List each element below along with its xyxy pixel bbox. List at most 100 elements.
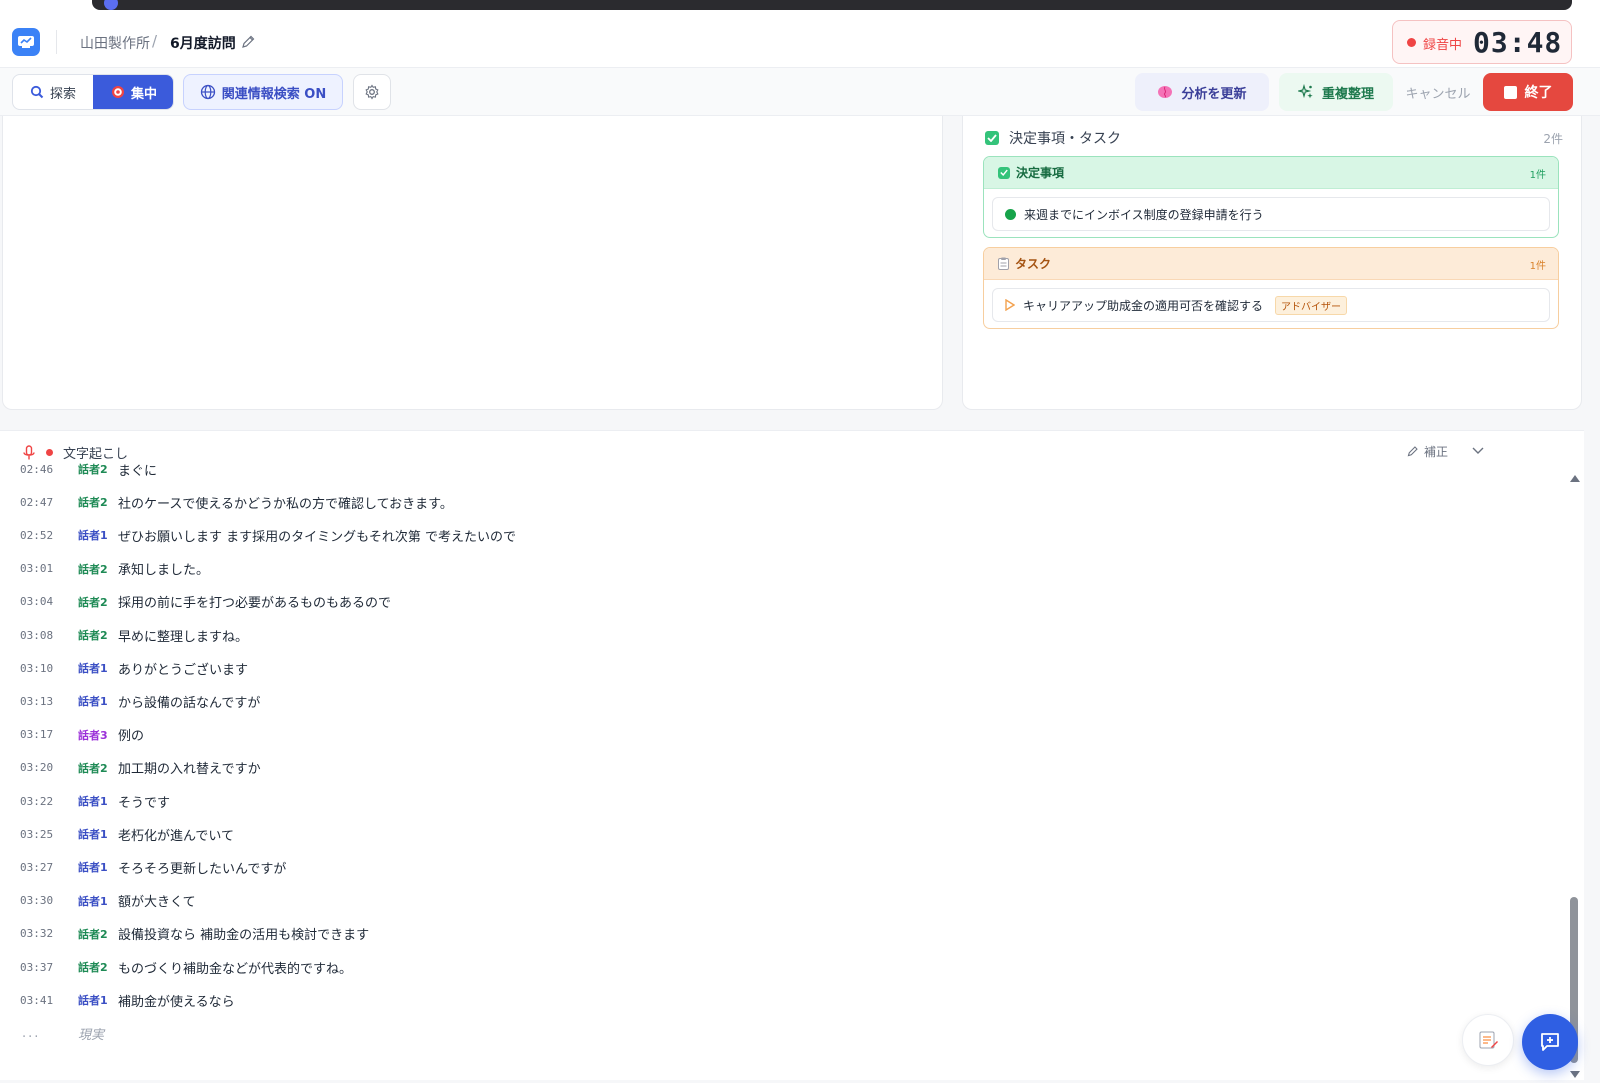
transcript-row[interactable]: 03:20 話者2 加工期の入れ替えですか (20, 756, 261, 780)
speaker-label[interactable]: 話者2 (78, 561, 118, 577)
decision-item-text: 来週までにインボイス制度の登録申請を行う (1024, 207, 1264, 222)
timestamp: 03:22 (20, 794, 54, 808)
speaker-label[interactable]: 話者1 (78, 826, 118, 842)
breadcrumb-client[interactable]: 山田製作所 (80, 33, 150, 53)
timestamp: 03:30 (20, 894, 54, 908)
correct-button[interactable]: 補正 (1406, 443, 1448, 460)
memo-button[interactable] (1462, 1014, 1514, 1066)
decisions-group-header: 決定事項 1件 (984, 157, 1558, 189)
mode-explore-button[interactable]: 探索 (13, 75, 93, 109)
search-icon (30, 85, 44, 99)
timestamp: 02:47 (20, 495, 54, 509)
utterance-text: 早めに整理しますね。 (118, 629, 249, 645)
scroll-down-arrow-icon[interactable] (1570, 1071, 1580, 1078)
speaker-label[interactable]: 話者2 (78, 594, 118, 610)
header-divider (56, 30, 57, 54)
timestamp: 03:20 (20, 761, 54, 775)
bullet-dot-icon (1005, 208, 1016, 220)
gear-icon (365, 84, 379, 100)
page-title: 6月度訪問 (170, 36, 236, 52)
transcript-row[interactable]: 03:22 話者1 そうです (20, 789, 170, 813)
utterance-text: 補助金が使えるなら (118, 994, 235, 1010)
transcript-row[interactable]: 03:01 話者2 承知しました。 (20, 557, 209, 581)
chevron-down-icon[interactable] (1471, 445, 1485, 457)
chat-button[interactable] (1522, 1014, 1578, 1070)
timestamp: 03:32 (20, 927, 54, 941)
transcript-row[interactable]: 03:10 話者1 ありがとうございます (20, 656, 248, 680)
recording-indicator: 録音中 03:48 (1392, 20, 1572, 64)
speaker-label[interactable]: 話者2 (78, 627, 118, 643)
speaker-label[interactable]: 話者1 (78, 527, 118, 543)
decisions-group: 決定事項 1件 来週までにインボイス制度の登録申請を行う (983, 156, 1559, 238)
mode-switch: 探索 集中 (12, 74, 174, 110)
utterance-text: ものづくり補助金などが代表的ですね。 (118, 961, 353, 977)
utterance-text: ありがとうございます (118, 662, 249, 678)
transcript-row[interactable]: 03:41 話者1 補助金が使えるなら (20, 988, 235, 1012)
transcript-row[interactable]: 03:13 話者1 から設備の話なんですが (20, 689, 260, 713)
sparkles-icon (1297, 84, 1313, 99)
timestamp: 03:08 (20, 628, 54, 642)
transcript-row[interactable]: 03:37 話者2 ものづくり補助金などが代表的ですね。 (20, 955, 352, 979)
interim-text: 現実 (78, 1028, 105, 1043)
utterance-text: 加工期の入れ替えですか (118, 762, 261, 778)
scroll-up-arrow-icon[interactable] (1570, 475, 1580, 482)
typing-indicator: ... (22, 1026, 41, 1041)
speaker-label[interactable]: 話者1 (78, 660, 118, 676)
end-recording-button[interactable]: 終了 (1483, 73, 1573, 111)
timestamp: 03:01 (20, 562, 54, 576)
speaker-label[interactable]: 話者1 (78, 693, 118, 709)
brain-icon (1158, 86, 1173, 98)
mode-focus-button[interactable]: 集中 (93, 75, 173, 109)
transcript-row[interactable]: 03:30 話者1 額が大きくて (20, 889, 196, 913)
speaker-label[interactable]: 話者2 (78, 959, 118, 975)
decisions-group-title: 決定事項 (1016, 166, 1065, 180)
mode-focus-label: 集中 (130, 86, 157, 102)
refresh-analysis-button[interactable]: 分析を更新 (1135, 73, 1269, 111)
speaker-label[interactable]: 話者2 (78, 926, 118, 942)
transcript-row[interactable]: 02:46 話者2 まぐに (20, 457, 157, 481)
related-search-toggle[interactable]: 関連情報検索 ON (183, 74, 343, 110)
transcript-row[interactable]: 03:25 話者1 老朽化が進んでいて (20, 822, 234, 846)
pencil-icon[interactable] (240, 34, 256, 50)
transcript-panel: 文字起こし 補正 02:46 話者2 まぐに 02:47 話者2 社のケースで使えるかどう… (0, 430, 1584, 1080)
tasks-group: タスク 1件 キャリアアップ助成金の適用可否を確認する アドバイザー (983, 247, 1559, 329)
browser-bar (92, 0, 1572, 10)
decisions-tasks-count: 2件 (1543, 132, 1563, 146)
settings-button[interactable] (353, 74, 391, 110)
dedupe-button[interactable]: 重複整理 (1279, 73, 1393, 111)
transcript-row[interactable]: 03:27 話者1 そろそろ更新したいんですが (20, 855, 286, 879)
timestamp: 03:13 (20, 694, 54, 708)
transcript-row[interactable]: 03:04 話者2 採用の前に手を打つ必要があるものもあるので (20, 590, 391, 614)
cancel-button[interactable]: キャンセル (1398, 73, 1478, 111)
app-logo-icon[interactable] (12, 28, 40, 56)
speaker-label[interactable]: 話者1 (78, 793, 118, 809)
transcript-row[interactable]: 02:47 話者2 社のケースで使えるかどうか私の方で確認しておきます。 (20, 490, 453, 514)
timestamp: 03:10 (20, 661, 54, 675)
speaker-label[interactable]: 話者3 (78, 727, 118, 743)
app-header: 山田製作所 / 6月度訪問 録音中 03:48 (0, 16, 1600, 68)
transcript-row[interactable]: 03:08 話者2 早めに整理しますね。 (20, 623, 248, 647)
decision-item[interactable]: 来週までにインボイス制度の登録申請を行う (992, 197, 1550, 231)
transcript-row[interactable]: 02:52 話者1 ぜひお願いします ます採用のタイミングもそれ次第 で考えたいので (20, 523, 516, 547)
speaker-label[interactable]: 話者2 (78, 461, 118, 477)
speaker-label[interactable]: 話者1 (78, 859, 118, 875)
dedupe-label: 重複整理 (1321, 86, 1374, 102)
decisions-tasks-title: 決定事項・タスク (1009, 131, 1121, 147)
target-icon (111, 86, 124, 98)
main-content-panel (2, 116, 943, 410)
refresh-analysis-label: 分析を更新 (1181, 86, 1247, 102)
breadcrumb-separator: / (152, 32, 158, 50)
speaker-label[interactable]: 話者2 (78, 494, 118, 510)
task-item[interactable]: キャリアアップ助成金の適用可否を確認する アドバイザー (992, 288, 1550, 322)
speaker-label[interactable]: 話者2 (78, 760, 118, 776)
play-triangle-icon (1005, 299, 1015, 311)
recording-timer: 03:48 (1473, 26, 1563, 59)
timestamp: 03:25 (20, 827, 54, 841)
speaker-label[interactable]: 話者1 (78, 893, 118, 909)
recording-dot-icon (1407, 38, 1416, 47)
transcript-row[interactable]: 03:17 話者3 例の (20, 723, 144, 747)
tasks-group-title: タスク (1015, 257, 1052, 271)
transcript-row[interactable]: 03:32 話者2 設備投資なら 補助金の活用も検討できます (20, 922, 369, 946)
utterance-text: そうです (118, 795, 171, 811)
speaker-label[interactable]: 話者1 (78, 992, 118, 1008)
